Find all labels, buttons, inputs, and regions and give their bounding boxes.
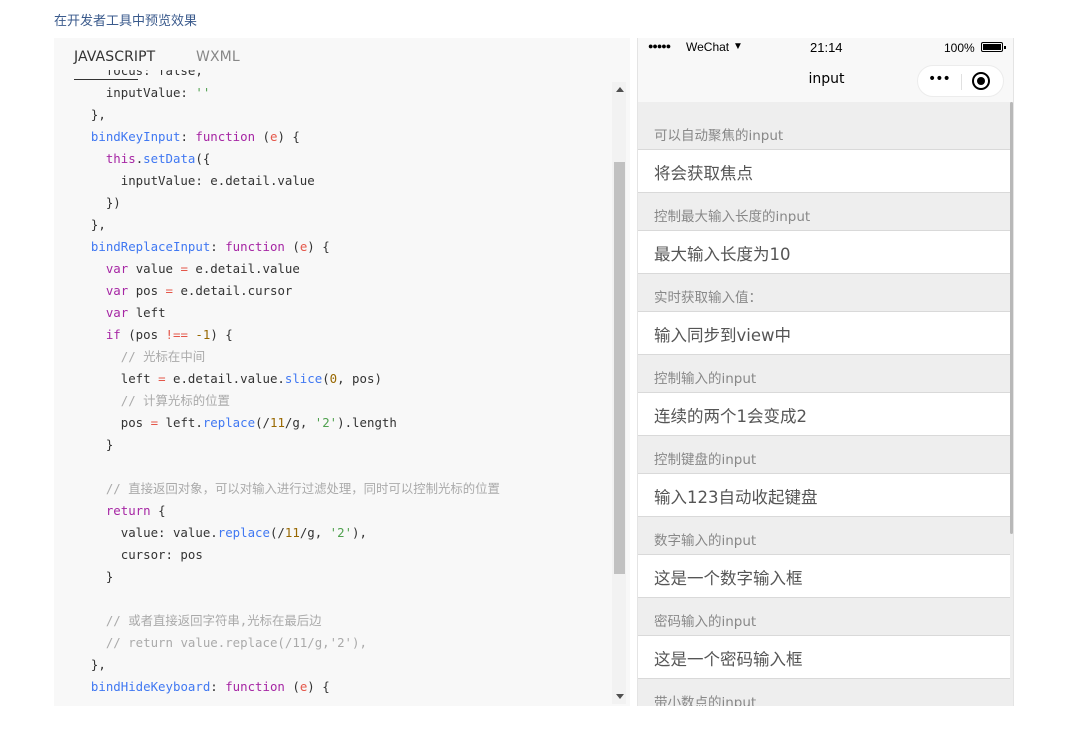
code-editor[interactable]: focus: false, inputValue: '' }, bindKeyI… [54, 70, 614, 706]
section-label: 数字输入的input [654, 533, 757, 549]
target-icon[interactable] [972, 72, 990, 90]
code-line: }, [76, 657, 106, 672]
code-line: pos = left.replace(/11/g, '2').length [76, 415, 397, 430]
capsule-divider [961, 74, 962, 90]
input-placeholder: 输入同步到view中 [654, 326, 791, 345]
code-line: }) [76, 195, 121, 210]
code-line: value: value.replace(/11/g, '2'), [76, 525, 367, 540]
section-label: 带小数点的input [654, 695, 757, 706]
input-placeholder: 这是一个数字输入框 [654, 569, 803, 588]
section-label: 控制输入的input [654, 371, 757, 387]
input-field[interactable]: 这是一个密码输入框 [638, 635, 1010, 679]
status-time: 21:14 [810, 40, 843, 55]
carrier-label: WeChat [686, 40, 730, 54]
input-field[interactable]: 输入123自动收起键盘 [638, 473, 1010, 517]
code-line: inputValue: e.detail.value [76, 173, 315, 188]
preview-link[interactable]: 在开发者工具中预览效果 [54, 10, 197, 29]
battery-percent: 100% [944, 41, 975, 55]
tab-javascript[interactable]: JAVASCRIPT [74, 49, 155, 65]
code-line: var left [105, 305, 166, 320]
wifi-icon: ▼ [733, 41, 743, 52]
section-label: 控制最大输入长度的input [654, 209, 811, 225]
input-placeholder: 连续的两个1会变成2 [654, 407, 807, 426]
menu-capsule: ••• [917, 65, 1004, 97]
code-panel: JAVASCRIPT WXML focus: false, inputValue… [54, 38, 630, 706]
code-line: // 光标在中间 [120, 349, 206, 364]
battery-icon [981, 42, 1006, 52]
phone-preview: ●●●●● WeChat ▼ 21:14 100% input ••• 可以自动… [637, 38, 1014, 706]
code-line: cursor: pos [76, 547, 203, 562]
status-bar: ●●●●● WeChat ▼ 21:14 100% [638, 38, 1013, 58]
code-line: // return value.replace(/11/g,'2'), [105, 635, 367, 650]
input-placeholder: 将会获取焦点 [654, 164, 753, 183]
code-line: focus: false, [76, 70, 203, 78]
nav-bar: input ••• [638, 58, 1013, 102]
code-line: inputValue: '' [76, 85, 211, 100]
code-line: }, [76, 107, 106, 122]
input-field[interactable]: 最大输入长度为10 [638, 230, 1010, 274]
code-line: bindHideKeyboard: function (e) { [90, 679, 330, 694]
input-field[interactable]: 连续的两个1会变成2 [638, 392, 1010, 436]
section-label: 实时获取输入值： [654, 290, 762, 306]
more-dots-icon[interactable]: ••• [928, 71, 951, 87]
scroll-down-arrow-icon[interactable] [616, 694, 624, 699]
code-line: // 或者直接返回字符串,光标在最后边 [105, 613, 322, 628]
code-line: left = e.detail.value.slice(0, pos) [76, 371, 382, 386]
input-field[interactable]: 这是一个数字输入框 [638, 554, 1010, 598]
code-line: }, [76, 217, 106, 232]
code-line: var pos = e.detail.cursor [105, 283, 293, 298]
code-line: bindKeyInput: function (e) { [90, 129, 300, 144]
code-line: } [76, 569, 114, 584]
code-line: var value = e.detail.value [105, 261, 300, 276]
code-scrollbar-thumb[interactable] [614, 162, 625, 574]
scroll-up-arrow-icon[interactable] [616, 87, 624, 92]
phone-scrollbar[interactable] [1010, 102, 1013, 534]
code-line: bindReplaceInput: function (e) { [90, 239, 330, 254]
code-line: } [76, 437, 114, 452]
section-label: 密码输入的input [654, 614, 757, 630]
code-line: return { [105, 503, 166, 518]
code-line: // 计算光标的位置 [120, 393, 230, 408]
input-placeholder: 这是一个密码输入框 [654, 650, 803, 669]
input-placeholder: 输入123自动收起键盘 [654, 488, 818, 507]
code-line: if (pos !== -1) { [105, 327, 233, 342]
input-placeholder: 最大输入长度为10 [654, 245, 791, 264]
signal-icon: ●●●●● [648, 41, 671, 51]
section-label: 控制键盘的input [654, 452, 757, 468]
code-line: // 直接返回对象，可以对输入进行过滤处理，同时可以控制光标的位置 [105, 481, 500, 496]
section-label: 可以自动聚焦的input [654, 128, 784, 144]
tab-wxml[interactable]: WXML [196, 49, 240, 65]
code-line: this.setData({ [105, 151, 211, 166]
input-field[interactable]: 将会获取焦点 [638, 149, 1010, 193]
input-field[interactable]: 输入同步到view中 [638, 311, 1010, 355]
